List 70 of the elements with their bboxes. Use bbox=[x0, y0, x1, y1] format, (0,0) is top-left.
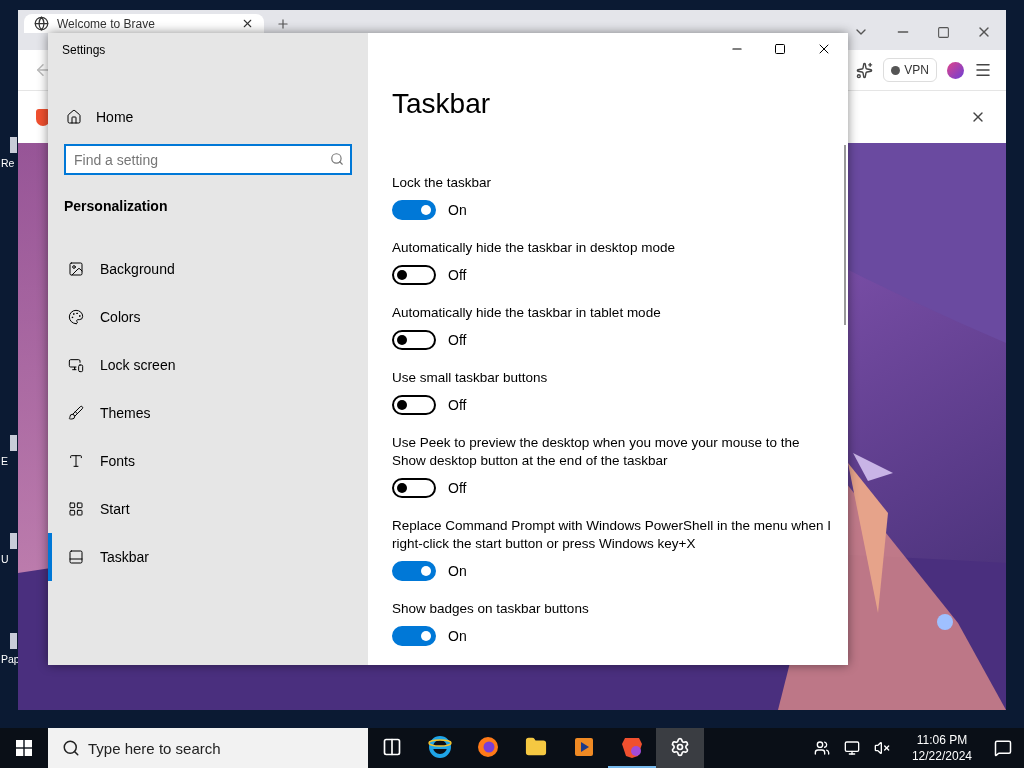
panel-icon bbox=[68, 549, 84, 565]
menu-icon[interactable] bbox=[974, 61, 992, 79]
home-icon bbox=[66, 109, 82, 125]
taskbar-app-button[interactable] bbox=[656, 728, 704, 768]
sparkle-icon[interactable] bbox=[856, 61, 874, 79]
letter-icon bbox=[68, 453, 84, 469]
task-view-icon bbox=[382, 737, 402, 757]
toggle-state: On bbox=[448, 202, 467, 218]
play-icon bbox=[573, 736, 595, 758]
close-icon[interactable] bbox=[241, 17, 254, 30]
search-icon bbox=[62, 739, 80, 757]
people-icon[interactable] bbox=[813, 740, 830, 756]
sidebar-item[interactable]: Start bbox=[48, 485, 352, 533]
vpn-button[interactable]: VPN bbox=[883, 58, 937, 82]
toggle-switch[interactable] bbox=[392, 330, 436, 350]
image-icon bbox=[68, 261, 84, 277]
browser-icon bbox=[428, 735, 452, 759]
home-link[interactable]: Home bbox=[64, 105, 352, 129]
fox-globe-icon bbox=[476, 735, 500, 759]
palette-icon bbox=[68, 309, 84, 325]
toggle-switch[interactable] bbox=[392, 200, 436, 220]
browser-tab[interactable]: Welcome to Brave bbox=[24, 14, 264, 33]
toggle-state: On bbox=[448, 628, 467, 644]
toggle-switch[interactable] bbox=[392, 626, 436, 646]
brush-icon bbox=[68, 405, 84, 421]
setting-label: Show badges on taskbar buttons bbox=[392, 600, 590, 618]
toggle-switch[interactable] bbox=[392, 561, 436, 581]
desktop-icon-label[interactable]: E bbox=[1, 455, 8, 467]
toggle-state: Off bbox=[448, 267, 467, 283]
sidebar-item[interactable]: Fonts bbox=[48, 437, 352, 485]
scrollbar[interactable] bbox=[844, 145, 846, 325]
window-title: Settings bbox=[62, 43, 107, 59]
desktop-icon-label[interactable]: U bbox=[1, 553, 9, 565]
desktop-icon-label[interactable]: Re bbox=[1, 157, 15, 169]
sidebar-item[interactable]: Themes bbox=[48, 389, 352, 437]
taskbar-search-field[interactable]: Type here to search bbox=[48, 728, 368, 768]
toggle-state: Off bbox=[448, 332, 467, 348]
new-tab-icon[interactable] bbox=[276, 17, 290, 31]
monitor-icon bbox=[68, 357, 84, 373]
folder-icon bbox=[525, 736, 547, 758]
profile-avatar[interactable] bbox=[947, 61, 964, 79]
windows-logo-icon bbox=[16, 740, 32, 756]
setting-label: Automatically hide the taskbar in desktop mode bbox=[392, 239, 676, 257]
sidebar-item[interactable]: Background bbox=[48, 245, 352, 293]
settings-icon bbox=[670, 737, 690, 757]
speaker-muted-icon[interactable] bbox=[873, 740, 890, 756]
setting-label: Use small taskbar buttons bbox=[392, 369, 549, 387]
sidebar-item[interactable]: Lock screen bbox=[48, 341, 352, 389]
toggle-state: Off bbox=[448, 397, 467, 413]
network-icon[interactable] bbox=[843, 740, 860, 756]
section-heading: Personalization bbox=[64, 198, 169, 216]
search-icon bbox=[330, 152, 344, 166]
page-title: Taskbar bbox=[392, 88, 492, 121]
toggle-switch[interactable] bbox=[392, 265, 436, 285]
sidebar-item[interactable]: Colors bbox=[48, 293, 352, 341]
search-field[interactable]: Find a setting bbox=[64, 144, 352, 175]
notifications-icon[interactable] bbox=[994, 739, 1012, 757]
setting-label: Use Peek to preview the desktop when you move your mouse to the Show desktop button at the end of the taskbar bbox=[392, 434, 801, 470]
setting-label: Automatically hide the taskbar in tablet mode bbox=[392, 304, 662, 322]
toggle-state: On bbox=[448, 563, 467, 579]
grid-icon bbox=[68, 501, 84, 517]
toggle-state: Off bbox=[448, 480, 467, 496]
globe-icon bbox=[34, 16, 49, 31]
clock[interactable]: 11:06 PM 12/22/2024 bbox=[911, 732, 972, 764]
setting-label: Replace Command Prompt with Windows PowerShell in the menu when I right-click the start button or press Windows key+X bbox=[392, 517, 832, 553]
toggle-switch[interactable] bbox=[392, 478, 436, 498]
maximize-icon[interactable] bbox=[774, 42, 786, 55]
toggle-switch[interactable] bbox=[392, 395, 436, 415]
setting-label: Lock the taskbar bbox=[392, 174, 493, 192]
maximize-icon[interactable] bbox=[937, 25, 950, 39]
